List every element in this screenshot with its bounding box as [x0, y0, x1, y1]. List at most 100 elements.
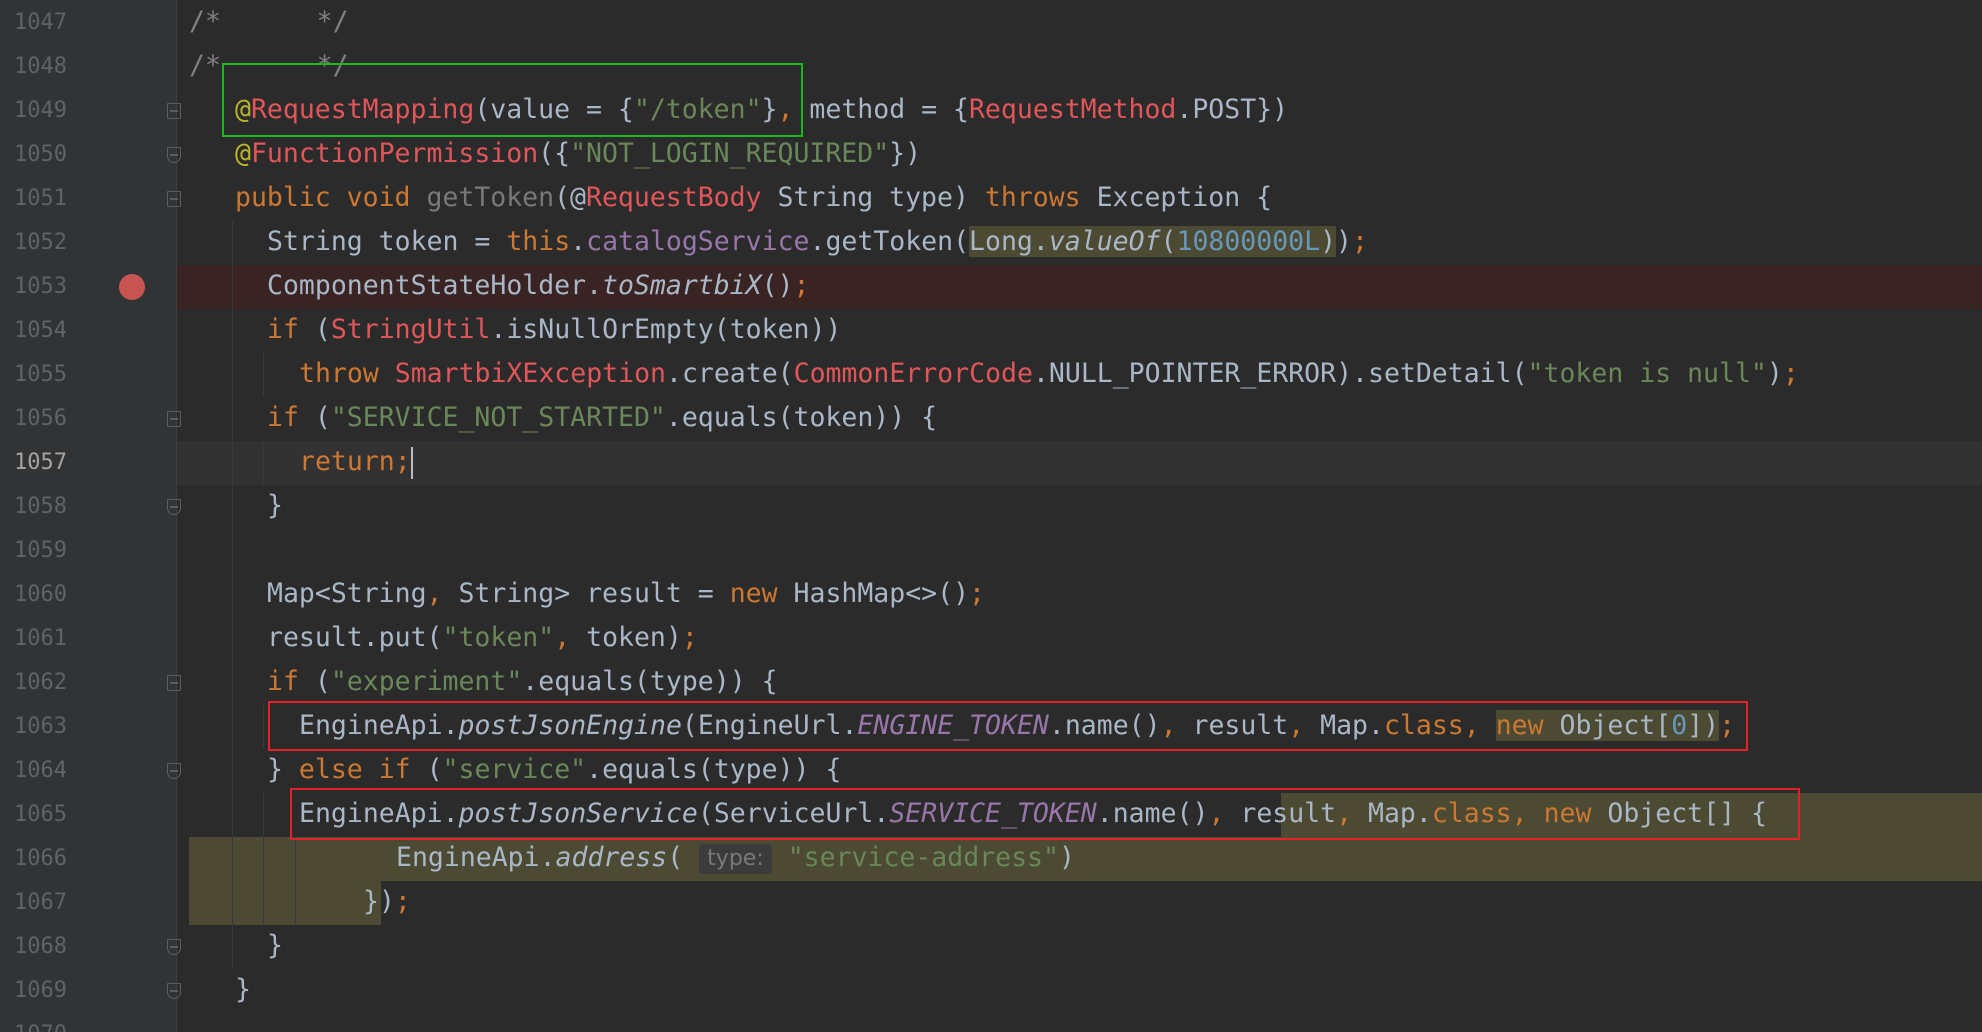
code-text: (@	[554, 182, 587, 213]
code-text: Object[	[1543, 710, 1672, 741]
line-number: 1067	[14, 890, 67, 915]
code-text: ()	[761, 270, 794, 301]
annotation-at: @	[235, 138, 251, 169]
code-comma: ,	[426, 578, 443, 609]
code-text: ])	[1687, 710, 1720, 741]
code-text: token)	[570, 622, 682, 653]
indent-guide	[295, 837, 296, 925]
annotation-name: RequestMapping	[250, 94, 475, 125]
code-comma: ,	[1463, 710, 1480, 741]
class-name: CommonErrorCode	[793, 358, 1033, 389]
line-number: 1068	[14, 934, 67, 959]
comment: */	[220, 50, 349, 81]
line-number: 1055	[14, 362, 67, 387]
code-text: .NULL_POINTER_ERROR).setDetail(	[1032, 358, 1528, 389]
code-text: result	[1224, 798, 1337, 829]
code-comma: ,	[777, 94, 794, 125]
line-number: 1070	[14, 1013, 74, 1032]
class-name: RequestMethod	[968, 94, 1177, 125]
code-text: result	[1176, 710, 1289, 741]
string-literal: "service"	[442, 754, 587, 785]
string-literal: "NOT_LOGIN_REQUIRED"	[570, 138, 890, 169]
code-text: .name()	[1048, 710, 1161, 741]
code-text: )	[1320, 226, 1337, 257]
keyword: new	[729, 578, 778, 609]
code-line-1052: String token = this.catalogService.getTo…	[267, 220, 1368, 264]
code-text: (	[298, 402, 331, 433]
annotation-name: RequestBody	[586, 182, 762, 213]
code-text: .	[570, 226, 587, 257]
semicolon: ;	[394, 446, 411, 477]
breakpoint-icon[interactable]	[119, 274, 145, 300]
highlighted-expression: Long.valueOf(10800000L)	[969, 226, 1337, 257]
code-line-1063: EngineApi.postJsonEngine(EngineUrl.ENGIN…	[299, 704, 1735, 748]
semicolon: ;	[969, 578, 985, 609]
code-line-1048: /* */	[189, 44, 349, 88]
line-number-current: 1057	[14, 450, 67, 475]
code-line-1055: throw SmartbiXException.create(CommonErr…	[299, 352, 1799, 396]
code-text: })	[889, 138, 922, 169]
code-text: .getToken(	[809, 226, 970, 257]
annotation-name: FunctionPermission	[250, 138, 539, 169]
code-text: )	[1336, 226, 1353, 257]
code-text: (	[1160, 226, 1177, 257]
semicolon: ;	[793, 270, 810, 301]
line-number: 1052	[14, 230, 67, 255]
static-field: ENGINE_TOKEN	[857, 710, 1049, 741]
code-text: .isNullOrEmpty(token))	[490, 314, 842, 345]
line-number: 1069	[14, 978, 67, 1003]
code-line-1053: ComponentStateHolder.toSmartbiX();	[267, 264, 809, 308]
code-text: }	[267, 754, 299, 785]
annotation-at: @	[235, 94, 251, 125]
static-method: postJsonEngine	[458, 710, 682, 741]
code-comma: ,	[1160, 710, 1177, 741]
code-text: EngineApi.	[299, 798, 459, 829]
code-line-1064: } else if ("service".equals(type)) {	[267, 748, 841, 792]
code-line-1062: if ("experiment".equals(type)) {	[267, 660, 778, 704]
code-line-1066: EngineApi.address( type: "service-addres…	[396, 836, 1075, 880]
line-number: 1058	[14, 494, 67, 519]
code-text: String> result =	[442, 578, 730, 609]
code-text: EngineApi.	[299, 710, 459, 741]
keyword: class	[1383, 710, 1464, 741]
code-text: Exception {	[1080, 182, 1273, 213]
keyword: else if	[298, 754, 411, 785]
code-area[interactable]: /* */ /* */ @RequestMapping(value = {"/t…	[177, 0, 1982, 1032]
number-literal: 10800000L	[1176, 226, 1321, 257]
string-literal: "service-address"	[787, 842, 1059, 873]
semicolon: ;	[394, 886, 411, 917]
static-method: toSmartbiX	[602, 270, 762, 301]
line-number: 1059	[14, 538, 67, 563]
code-text: ComponentStateHolder.	[267, 270, 603, 301]
comment: /*	[189, 6, 221, 37]
code-text: (	[667, 842, 684, 873]
line-number: 1056	[14, 406, 67, 431]
code-line-1067: });	[363, 880, 411, 924]
keyword: if	[267, 402, 299, 433]
code-text: String token =	[267, 226, 507, 257]
class-name: StringUtil	[330, 314, 491, 345]
parameter-hint: type:	[699, 843, 772, 874]
code-text: .POST})	[1176, 94, 1289, 125]
code-text: .create(	[665, 358, 794, 389]
number-literal: 0	[1671, 710, 1688, 741]
code-text: .equals(type)) {	[522, 666, 778, 697]
code-text: (	[410, 754, 443, 785]
code-editor[interactable]: 1047 1048 1049 1050 1051 1052 1053 1054 …	[0, 0, 1982, 1032]
line-number: 1050	[14, 142, 67, 167]
code-text: }	[267, 490, 283, 521]
code-text: Map.	[1304, 710, 1384, 741]
indent-guide	[263, 705, 264, 749]
keyword: if	[267, 314, 299, 345]
code-comma: ,	[1511, 798, 1528, 829]
code-text: result.put(	[267, 622, 443, 653]
highlighted-expression: new Object[0])	[1495, 710, 1720, 741]
line-number: 1047	[14, 10, 67, 35]
semicolon: ;	[1719, 710, 1736, 741]
code-line-1054: if (StringUtil.isNullOrEmpty(token))	[267, 308, 841, 352]
keyword: class	[1431, 798, 1512, 829]
code-text: }	[267, 930, 283, 961]
line-number: 1049	[14, 98, 67, 123]
